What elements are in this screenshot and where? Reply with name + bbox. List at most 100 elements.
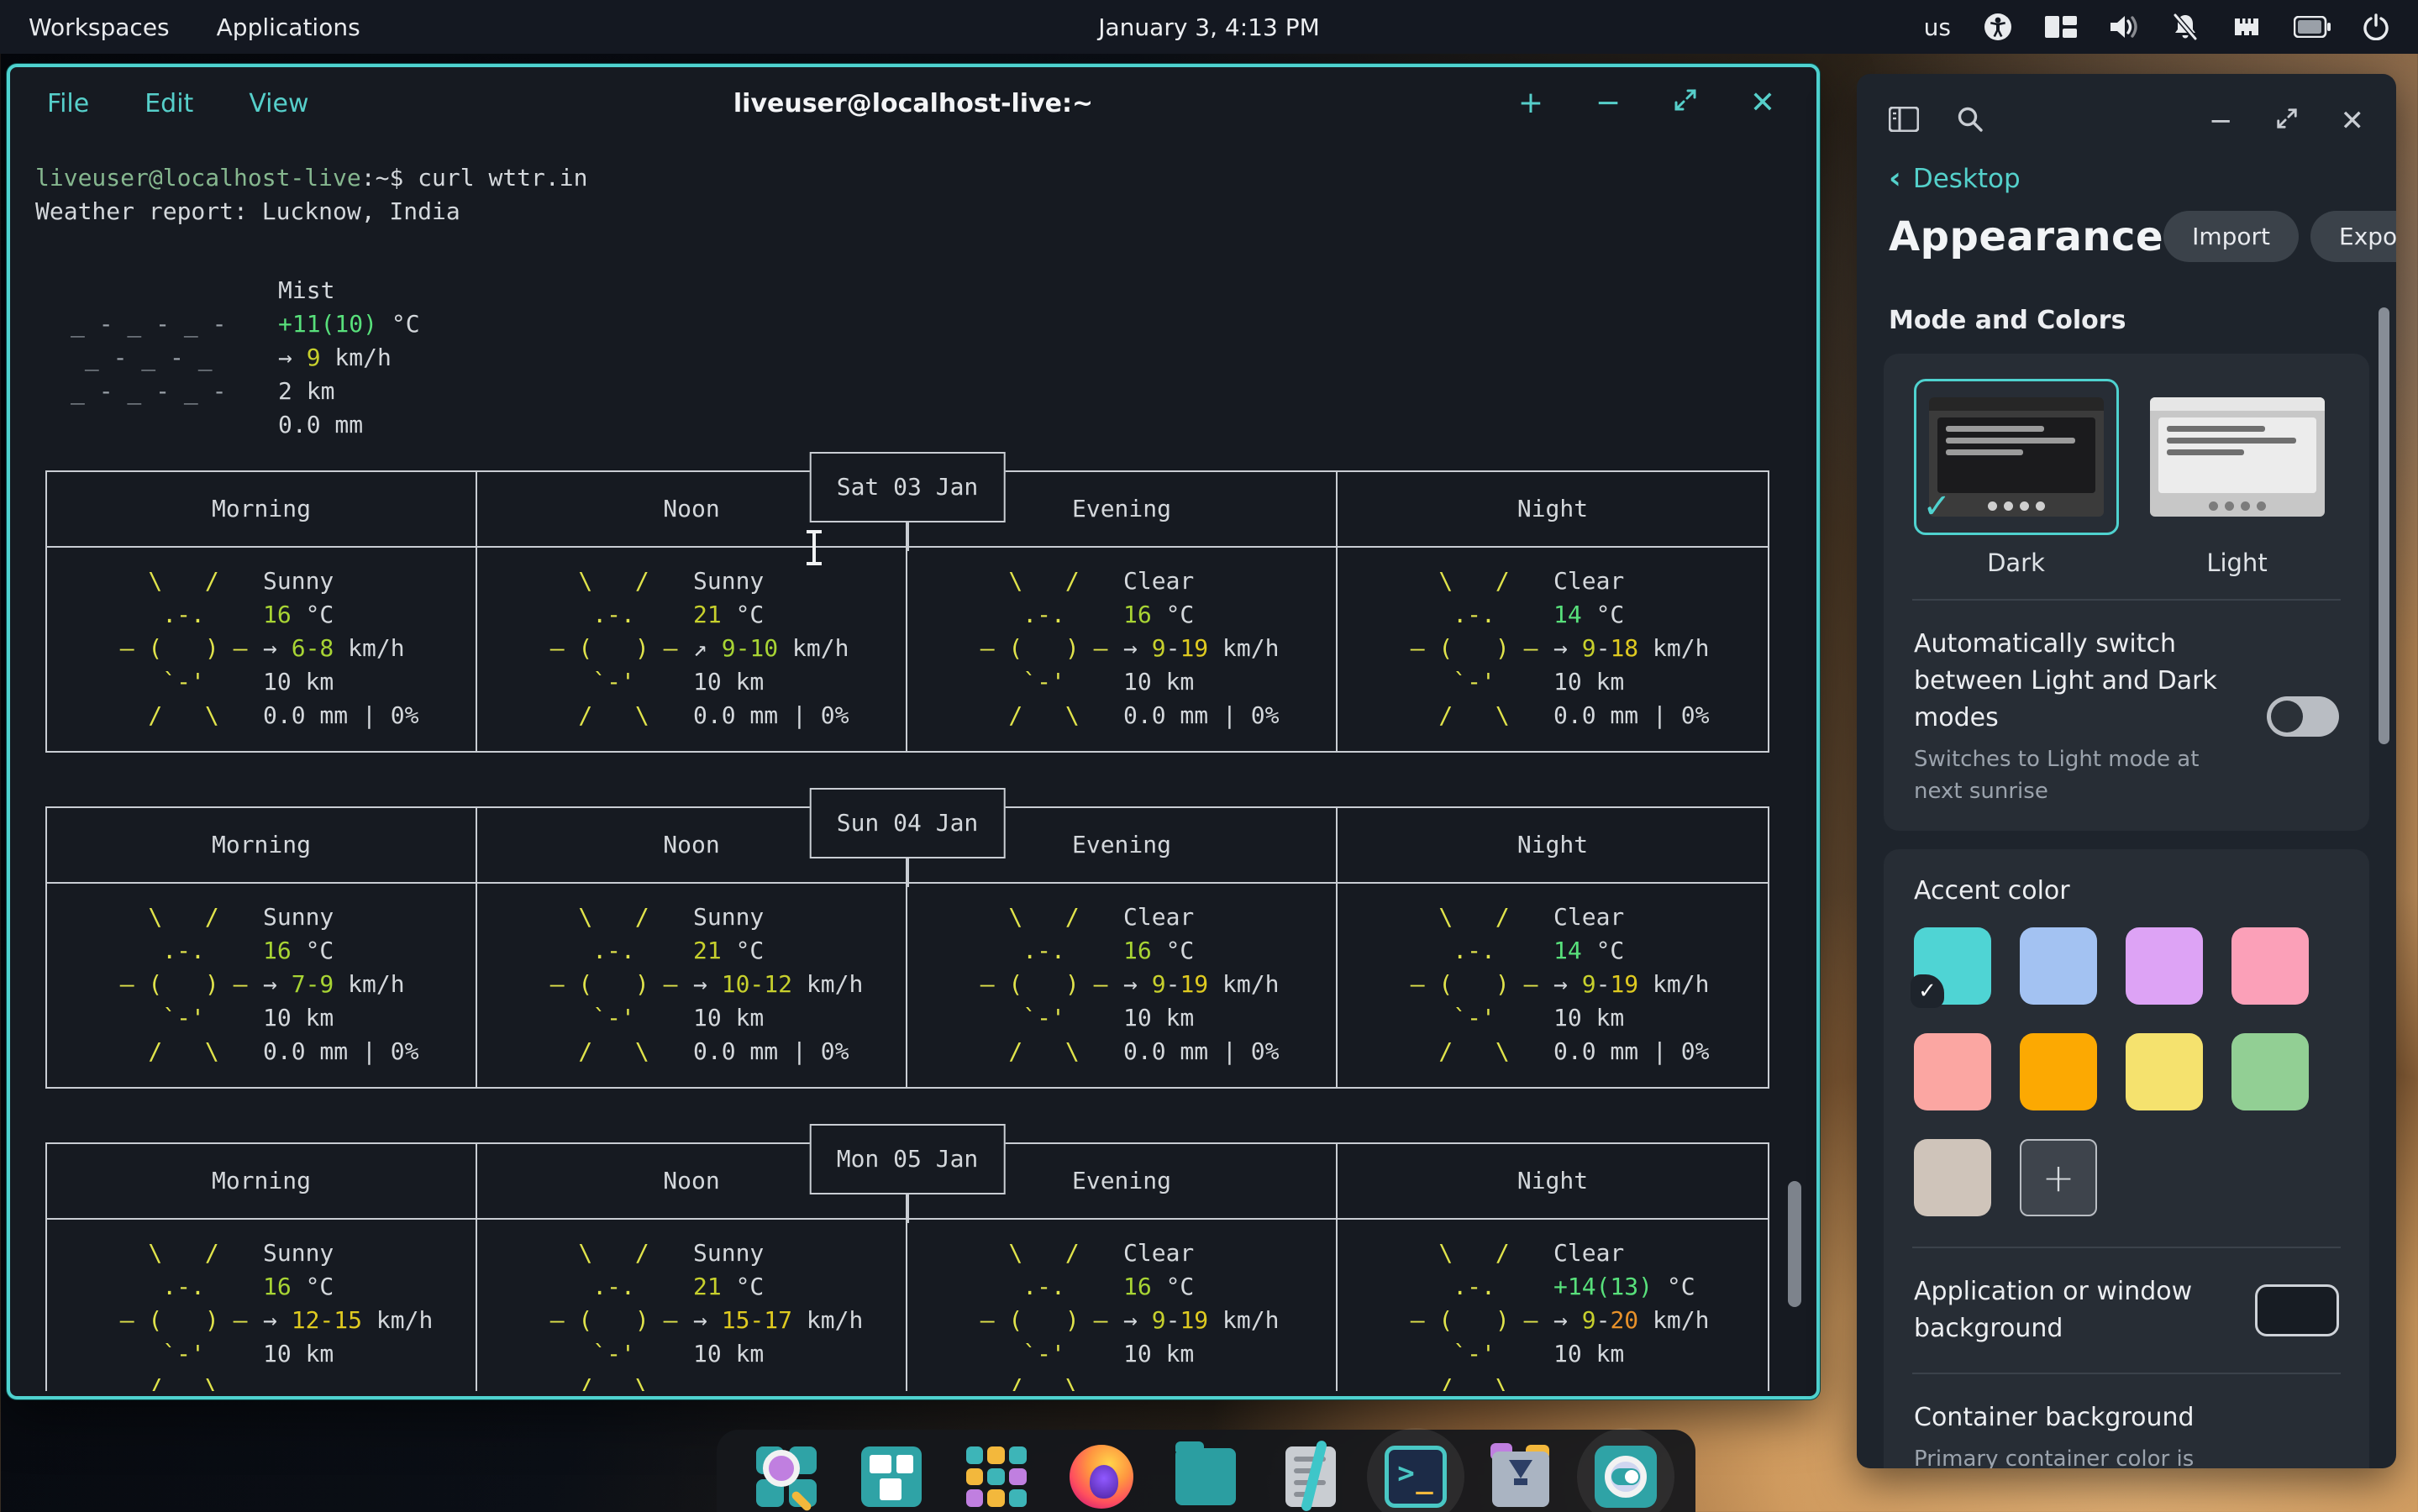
forecast-cell: \ / .-. ― ( ) ― `-' / \ Sunny21 °C↗ 9-10… — [477, 548, 907, 751]
mode-option-dark[interactable]: ✓ Dark — [1914, 379, 2119, 577]
weather-ascii-art: _ - _ - _ - _ - _ - _ _ - _ - _ - — [71, 274, 239, 442]
dock-item-files[interactable] — [1170, 1441, 1241, 1512]
prompt-line: liveuser@localhost-live:~$ curl wttr.in — [35, 161, 1816, 195]
weather-ascii-art: \ / .-. ― ( ) ― `-' / \ — [522, 564, 690, 751]
terminal-menu-view[interactable]: View — [249, 89, 308, 118]
forecast-cell: \ / .-. ― ( ) ― `-' / \ Sunny21 °C→ 15-1… — [477, 1220, 907, 1391]
terminal-titlebar[interactable]: File Edit View liveuser@localhost-live:~… — [10, 67, 1816, 139]
column-header: Morning — [47, 1144, 477, 1220]
weather-report-line: Weather report: Lucknow, India — [35, 195, 1816, 228]
accent-swatch-salmon[interactable] — [1914, 1033, 1991, 1110]
accessibility-icon[interactable] — [1983, 12, 2013, 42]
dock-item-terminal[interactable]: >_ — [1380, 1441, 1451, 1512]
current-conditions: _ - _ - _ - _ - _ - _ _ - _ - _ - Mist+1… — [35, 274, 1816, 442]
chevron-left-icon: ‹ — [1889, 161, 1901, 196]
forecast-cell: \ / .-. ― ( ) ― `-' / \ Sunny21 °C→ 10-1… — [477, 884, 907, 1087]
terminal-menu-edit[interactable]: Edit — [145, 89, 193, 118]
auto-switch-row: Automatically switch between Light and D… — [1905, 622, 2347, 811]
accent-color-grid: ✓+ — [1905, 907, 2347, 1225]
day-header: Sun 04 Jan — [810, 788, 1006, 858]
export-button[interactable]: Export — [2310, 211, 2396, 262]
notifications-off-icon[interactable] — [2171, 13, 2200, 41]
accent-swatch-yellow[interactable] — [2126, 1033, 2203, 1110]
weather-values: Sunny21 °C↗ 9-10 km/h10 km0.0 mm | 0% — [693, 564, 849, 751]
dock-item-workspaces[interactable] — [856, 1441, 927, 1512]
clock[interactable]: January 3, 4:13 PM — [1098, 13, 1319, 41]
battery-icon[interactable] — [2294, 16, 2331, 38]
weather-values: Mist+11(10) °C→ 9 km/h2 km0.0 mm — [278, 274, 420, 442]
back-to-desktop-link[interactable]: ‹ Desktop — [1889, 161, 2396, 196]
system-tray: us — [1924, 12, 2389, 42]
colors-card: Accent color ✓+ Application or window ba… — [1884, 849, 2369, 1468]
add-accent-color-button[interactable]: + — [2020, 1139, 2097, 1216]
forecast-day-mon: Mon 05 JanMorningNoonEveningNight \ / .-… — [45, 1142, 1769, 1391]
sidebar-toggle-icon[interactable] — [1889, 107, 1919, 135]
dark-mode-thumbnail — [1929, 397, 2104, 517]
app-background-swatch[interactable] — [2255, 1284, 2339, 1336]
import-button[interactable]: Import — [2163, 211, 2299, 262]
keyboard-layout-indicator[interactable]: us — [1924, 13, 1951, 41]
weather-values: Sunny21 °C→ 15-17 km/h10 km — [693, 1236, 863, 1391]
forecast-days: Sat 03 JanMorningNoonEveningNight \ / .-… — [35, 470, 1816, 1391]
accent-swatch-orange[interactable] — [2020, 1033, 2097, 1110]
column-header: Night — [1338, 472, 1768, 548]
settings-scrollbar[interactable] — [2379, 307, 2389, 744]
applications-menu[interactable]: Applications — [217, 13, 360, 41]
volume-icon[interactable] — [2109, 13, 2139, 40]
app-background-row: Application or window background — [1905, 1270, 2347, 1351]
terminal-menu-file[interactable]: File — [47, 89, 89, 118]
dock-item-text-editor[interactable] — [1275, 1441, 1346, 1512]
accent-swatch-green[interactable] — [2231, 1033, 2309, 1110]
settings-titlebar[interactable]: − ✕ — [1857, 74, 2396, 138]
check-icon: ✓ — [1911, 974, 1944, 1008]
forecast-cell: \ / .-. ― ( ) ― `-' / \ Clear14 °C→ 9-18… — [1338, 548, 1768, 751]
weather-values: Clear14 °C→ 9-18 km/h10 km0.0 mm | 0% — [1553, 564, 1709, 751]
workspaces-menu[interactable]: Workspaces — [29, 13, 170, 41]
dock-item-settings[interactable] — [1590, 1441, 1661, 1512]
weather-ascii-art: \ / .-. ― ( ) ― `-' / \ — [92, 564, 260, 751]
close-icon[interactable]: ✕ — [2341, 104, 2365, 138]
maximize-button[interactable] — [2275, 104, 2299, 138]
auto-switch-toggle[interactable] — [2267, 696, 2339, 737]
dock-item-firefox[interactable] — [1066, 1441, 1137, 1512]
forecast-cell: \ / .-. ― ( ) ― `-' / \ Sunny16 °C→ 12-1… — [47, 1220, 477, 1391]
column-header: Morning — [47, 808, 477, 884]
accent-swatch-tan[interactable] — [1914, 1139, 1991, 1216]
dock-item-app-grid[interactable] — [961, 1441, 1032, 1512]
accent-swatch-purple[interactable] — [2126, 927, 2203, 1005]
weather-values: Sunny16 °C→ 7-9 km/h10 km0.0 mm | 0% — [263, 900, 418, 1087]
day-header: Mon 05 Jan — [810, 1124, 1006, 1194]
weather-ascii-art: \ / .-. ― ( ) ― `-' / \ — [952, 1236, 1120, 1391]
check-icon: ✓ — [1923, 487, 1952, 526]
section-mode-and-colors: Mode and Colors — [1889, 306, 2364, 335]
page-title: Appearance — [1889, 213, 2163, 260]
forecast-cell: \ / .-. ― ( ) ― `-' / \ Clear16 °C→ 9-19… — [907, 1220, 1338, 1391]
dock-item-software-installer[interactable] — [1485, 1441, 1556, 1512]
accent-swatch-teal[interactable]: ✓ — [1914, 927, 1991, 1005]
forecast-cell: \ / .-. ― ( ) ― `-' / \ Clear+14(13) °C→… — [1338, 1220, 1768, 1391]
new-tab-button[interactable]: + — [1514, 87, 1548, 120]
mode-option-light[interactable]: Light — [2135, 379, 2340, 577]
minimize-button[interactable]: − — [1591, 87, 1625, 120]
day-header: Sat 03 Jan — [810, 452, 1006, 522]
weather-values: Clear16 °C→ 9-19 km/h10 km0.0 mm | 0% — [1123, 564, 1279, 751]
light-mode-thumbnail — [2150, 397, 2325, 517]
weather-values: Sunny21 °C→ 10-12 km/h10 km0.0 mm | 0% — [693, 900, 863, 1087]
search-icon[interactable] — [1956, 105, 1984, 137]
accent-swatch-pink[interactable] — [2231, 927, 2309, 1005]
weather-ascii-art: \ / .-. ― ( ) ― `-' / \ — [952, 900, 1120, 1087]
maximize-button[interactable] — [1669, 87, 1702, 120]
minimize-button[interactable]: − — [2209, 104, 2233, 138]
close-icon[interactable]: ✕ — [1746, 87, 1779, 120]
terminal-scrollbar[interactable] — [1788, 1181, 1801, 1307]
terminal-content[interactable]: liveuser@localhost-live:~$ curl wttr.in … — [10, 139, 1816, 1391]
power-icon[interactable] — [2363, 13, 2389, 40]
weather-values: Clear16 °C→ 9-19 km/h10 km — [1123, 1236, 1279, 1391]
dock-item-search[interactable] — [751, 1441, 822, 1512]
tiling-layout-icon[interactable] — [2045, 14, 2077, 39]
accent-swatch-blue[interactable] — [2020, 927, 2097, 1005]
weather-values: Clear14 °C→ 9-19 km/h10 km0.0 mm | 0% — [1553, 900, 1709, 1087]
network-icon[interactable] — [2231, 13, 2262, 40]
column-header: Night — [1338, 1144, 1768, 1220]
top-bar: Workspaces Applications January 3, 4:13 … — [0, 0, 2418, 54]
